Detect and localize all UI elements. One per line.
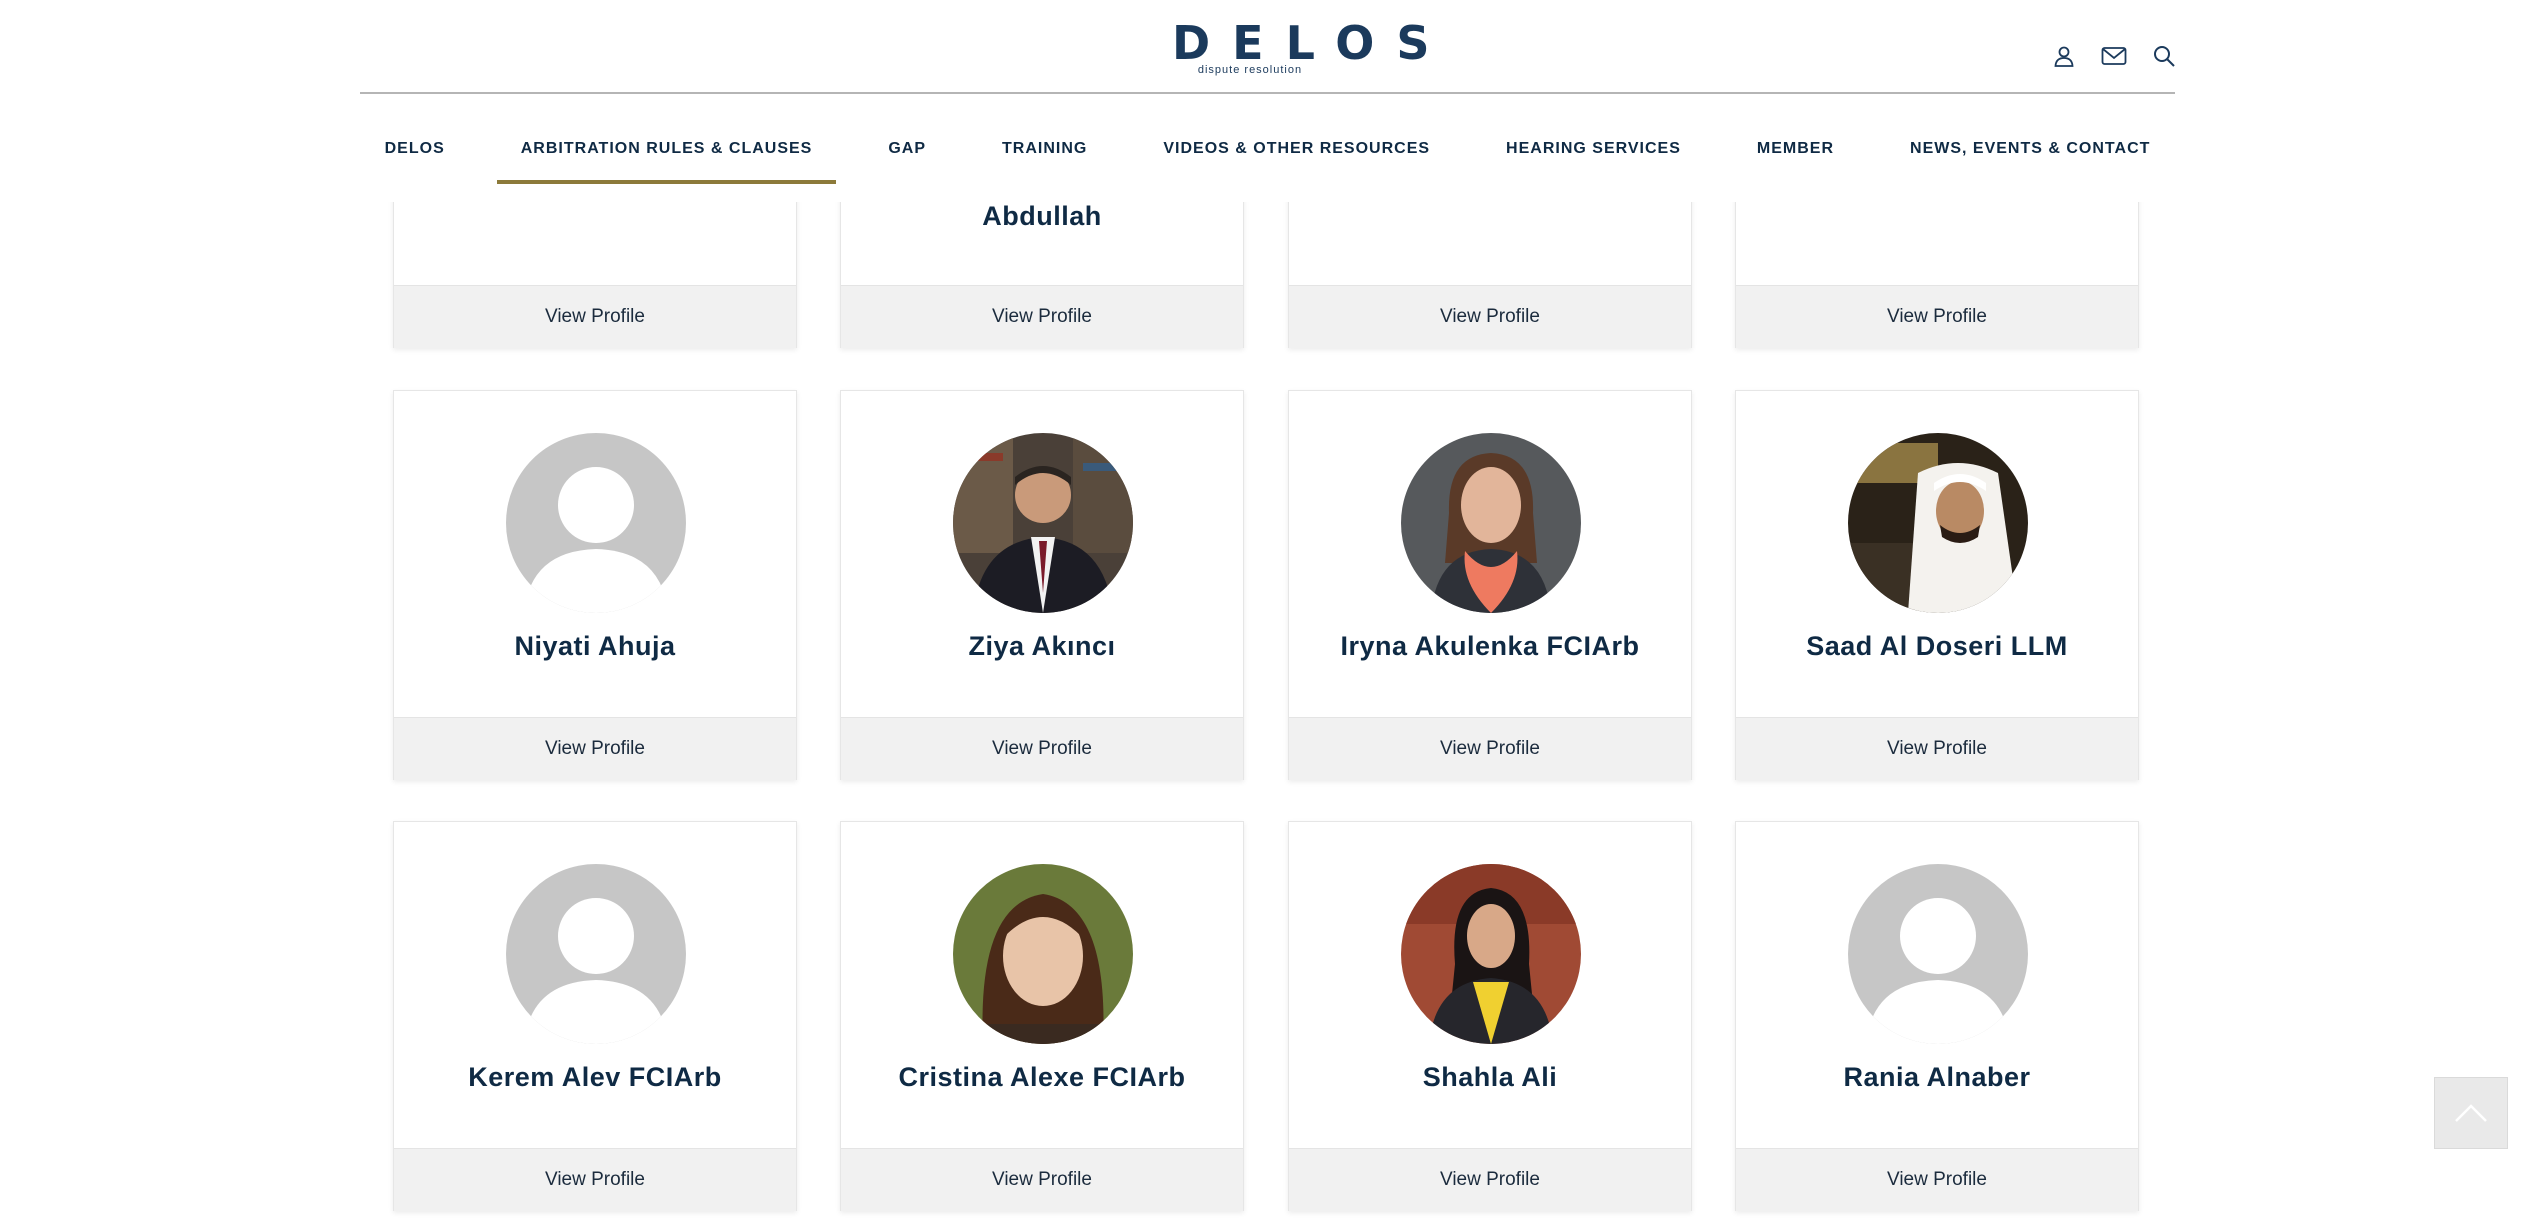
logo-text: DELOS	[1172, 16, 1452, 70]
delos-logo[interactable]: DELOS dispute resolution	[1150, 16, 1452, 78]
profile-name: Ziya Akıncı	[968, 631, 1116, 661]
nav-item-hearing-services[interactable]: HEARING SERVICES	[1468, 120, 1719, 178]
nav-item-member[interactable]: MEMBER	[1719, 120, 1872, 178]
view-profile-button[interactable]: View Profile	[394, 1148, 796, 1211]
view-profile-button[interactable]: View Profile	[1289, 717, 1691, 780]
avatar-placeholder[interactable]	[506, 864, 686, 1044]
scroll-to-top-button[interactable]	[2434, 1077, 2508, 1149]
main-nav: DELOS ARBITRATION RULES & CLAUSES GAP TR…	[360, 120, 2175, 184]
view-profile-button[interactable]: View Profile	[841, 285, 1243, 348]
view-profile-button[interactable]: View Profile	[1289, 285, 1691, 348]
avatar-photo[interactable]	[953, 433, 1133, 613]
avatar-photo[interactable]	[1401, 433, 1581, 613]
view-profile-button[interactable]: View Profile	[1289, 1148, 1691, 1211]
view-profile-button[interactable]: View Profile	[1736, 285, 2138, 348]
profile-name: Iryna Akulenka FCIArb	[1340, 631, 1640, 661]
search-icon[interactable]	[2150, 42, 2178, 70]
avatar-photo[interactable]	[1848, 433, 2028, 613]
view-profile-button[interactable]: View Profile	[394, 717, 796, 780]
avatar-placeholder[interactable]	[1848, 864, 2028, 1044]
view-profile-button[interactable]: View Profile	[841, 717, 1243, 780]
profile-card: Cristina Alexe FCIArb View Profile	[840, 821, 1244, 1211]
header-icons	[2050, 42, 2178, 70]
profile-card: Iryna Akulenka FCIArb View Profile	[1288, 390, 1692, 780]
view-profile-button[interactable]: View Profile	[1736, 717, 2138, 780]
view-profile-button[interactable]: View Profile	[1736, 1148, 2138, 1211]
profile-name: Kerem Alev FCIArb	[468, 1062, 722, 1092]
mail-icon[interactable]	[2100, 42, 2128, 70]
nav-item-arbitration-rules[interactable]: ARBITRATION RULES & CLAUSES	[483, 120, 851, 184]
nav-item-training[interactable]: TRAINING	[964, 120, 1125, 178]
site-header: DELOS dispute resolution DELOS ARBITRATI…	[0, 0, 2535, 202]
profile-name: Cristina Alexe FCIArb	[898, 1062, 1186, 1092]
profile-card: Shahla Ali View Profile	[1288, 821, 1692, 1211]
nav-item-news-events-contact[interactable]: NEWS, EVENTS & CONTACT	[1872, 120, 2188, 178]
view-profile-button[interactable]: View Profile	[394, 285, 796, 348]
profile-card: Kerem Alev FCIArb View Profile	[393, 821, 797, 1211]
chevron-up-icon	[2455, 1104, 2487, 1122]
avatar-photo[interactable]	[1401, 864, 1581, 1044]
view-profile-button[interactable]: View Profile	[841, 1148, 1243, 1211]
profile-card: Rania Alnaber View Profile	[1735, 821, 2139, 1211]
profile-name: Saad Al Doseri LLM	[1806, 631, 2068, 661]
nav-item-gap[interactable]: GAP	[850, 120, 964, 178]
profile-name: Shahla Ali	[1422, 1062, 1558, 1092]
profile-name: Abdullah	[982, 201, 1102, 231]
avatar-photo[interactable]	[953, 864, 1133, 1044]
nav-item-videos-resources[interactable]: VIDEOS & OTHER RESOURCES	[1125, 120, 1468, 178]
header-divider	[360, 92, 2175, 94]
profile-name: Niyati Ahuja	[514, 631, 676, 661]
profile-card: Ziya Akıncı View Profile	[840, 390, 1244, 780]
profile-card: Niyati Ahuja View Profile	[393, 390, 797, 780]
profile-card: Saad Al Doseri LLM View Profile	[1735, 390, 2139, 780]
user-icon[interactable]	[2050, 42, 2078, 70]
avatar-placeholder[interactable]	[506, 433, 686, 613]
profile-name: Rania Alnaber	[1843, 1062, 2031, 1092]
nav-item-delos[interactable]: DELOS	[347, 120, 483, 178]
